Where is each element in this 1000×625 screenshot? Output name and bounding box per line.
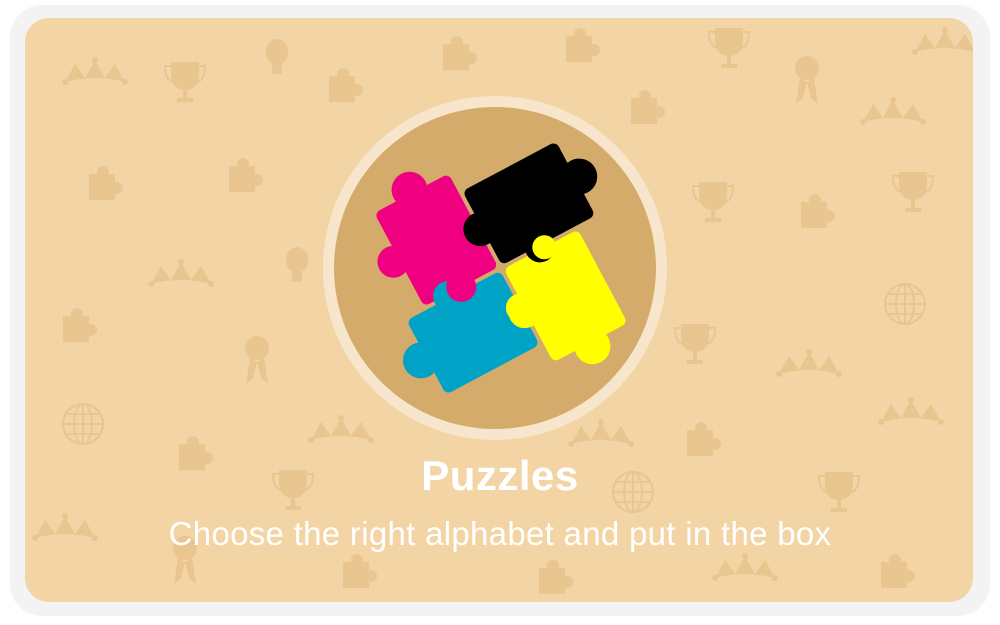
game-subtitle: Choose the right alphabet and put in the… (168, 515, 832, 552)
lightbulb-icon (286, 247, 308, 282)
trophy-icon (891, 172, 935, 212)
puzzle-piece-icon (229, 158, 263, 192)
puzzle-piece-icon (539, 560, 573, 594)
crown-icon (148, 259, 214, 287)
puzzle-piece-icon (801, 194, 835, 228)
puzzle-piece-icon (566, 28, 600, 62)
crown-icon (860, 97, 926, 125)
trophy-icon (691, 182, 735, 222)
crown-icon (878, 397, 944, 425)
crown-icon (912, 27, 973, 55)
lightbulb-icon (266, 39, 288, 74)
puzzle-emblem (323, 96, 667, 440)
globe-icon (62, 403, 104, 445)
ribbon-icon (795, 56, 819, 104)
puzzle-piece-icon (343, 554, 377, 588)
puzzle-piece-icon (687, 422, 721, 456)
crown-icon (712, 553, 778, 581)
trophy-icon (707, 28, 751, 68)
crown-icon (776, 349, 842, 377)
crown-icon (62, 57, 128, 85)
trophy-icon (673, 324, 717, 364)
ribbon-icon (245, 336, 269, 384)
globe-icon (884, 283, 926, 325)
puzzle-piece-icon (89, 166, 123, 200)
puzzle-piece-icon (63, 308, 97, 342)
trophy-icon (163, 62, 207, 102)
game-title: Puzzles (421, 452, 579, 499)
puzzle-piece-icon (881, 554, 915, 588)
puzzle-piece-icon (443, 36, 477, 70)
